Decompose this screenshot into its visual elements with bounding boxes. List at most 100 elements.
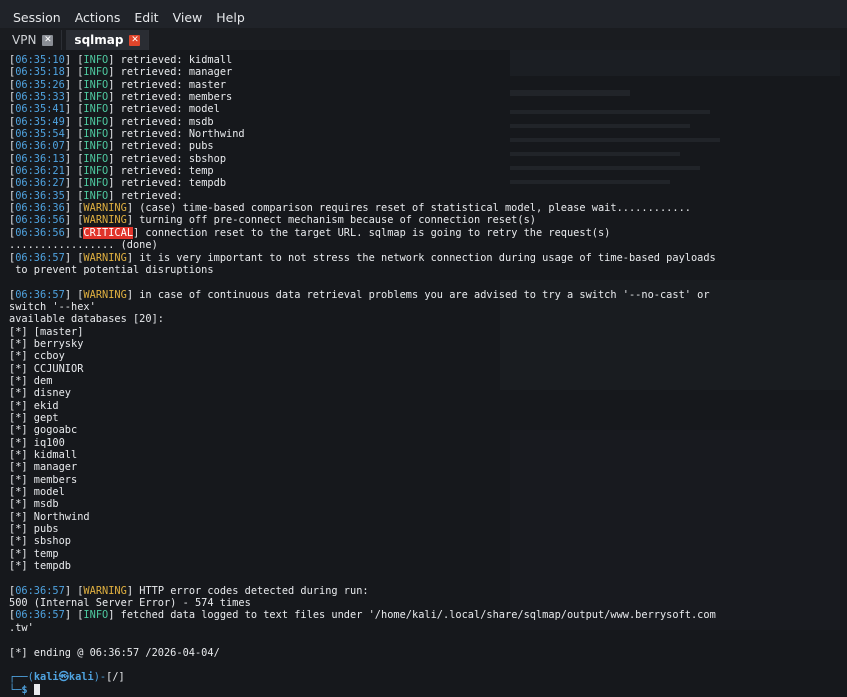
output-text: to prevent potential disruptions	[9, 263, 214, 276]
prompt-path: [/]	[106, 671, 125, 684]
terminal-line: to prevent potential disruptions	[9, 264, 716, 276]
log-message: retrieved: sbshop	[114, 152, 227, 165]
terminal-output[interactable]: [06:35:10] [INFO] retrieved: kidmall [06:…	[0, 50, 847, 697]
terminal-line: [06:35:26] [INFO] retrieved: master	[9, 78, 227, 91]
log-level: INFO	[83, 103, 109, 116]
terminal-line: [06:35:41] [INFO] retrieved: model	[9, 103, 220, 116]
output-text: [*] tempdb	[9, 560, 71, 573]
log-level: INFO	[83, 152, 109, 165]
output-text: [*] ekid	[9, 399, 59, 412]
log-message: retrieved: manager	[114, 66, 233, 79]
shell-input-line[interactable]: └─$	[9, 684, 716, 696]
close-icon[interactable]: ✕	[129, 34, 141, 46]
terminal-line: [*] CCJUNIOR	[9, 363, 716, 375]
terminal-line: available databases [20]:	[9, 313, 716, 325]
terminal-line: [*] manager	[9, 461, 716, 473]
menu-help[interactable]: Help	[210, 10, 251, 25]
menu-edit[interactable]: Edit	[128, 10, 164, 25]
log-level: INFO	[83, 189, 109, 202]
terminal-line: [*] gept	[9, 412, 716, 424]
output-text: switch '--hex'	[9, 300, 96, 313]
terminal-line: [*] iq100	[9, 437, 716, 449]
terminal-line: [*] dem	[9, 375, 716, 387]
timestamp: 06:36:35	[15, 189, 65, 202]
output-text: ................. (done)	[9, 239, 158, 252]
log-level: INFO	[83, 54, 109, 66]
output-text: [*] ending @ 06:36:57 /2026-04-04/	[9, 646, 220, 659]
menu-view[interactable]: View	[167, 10, 209, 25]
log-message: retrieved: model	[114, 103, 220, 116]
terminal-line: 500 (Internal Server Error) - 574 times	[9, 597, 716, 609]
cursor-icon	[33, 684, 40, 696]
menu-session[interactable]: Session	[7, 10, 67, 25]
tab-vpn-label: VPN	[12, 33, 37, 47]
terminal-line: [06:36:57] [INFO] fetched data logged to…	[9, 609, 716, 622]
log-message: connection reset to the target URL. sqlm…	[139, 226, 611, 239]
menu-bar: Session Actions Edit View Help	[0, 6, 847, 28]
timestamp: 06:35:26	[15, 78, 65, 91]
log-message: retrieved: Northwind	[114, 128, 245, 141]
terminal-line: [06:36:27] [INFO] retrieved: tempdb	[9, 177, 227, 190]
terminal-line: [06:36:56] [WARNING] turning off pre-con…	[9, 214, 536, 227]
terminal-line: [*] msdb	[9, 498, 716, 510]
log-message: retrieved: temp	[114, 165, 214, 178]
log-message: retrieved: msdb	[114, 115, 214, 128]
output-text: [*] pubs	[9, 523, 59, 536]
terminal-line: [*] disney	[9, 387, 716, 399]
terminal-line: [*] sbshop	[9, 535, 716, 547]
terminal-line: [*] ending @ 06:36:57 /2026-04-04/	[9, 647, 716, 659]
log-message: it is very important to not stress the n…	[133, 251, 716, 264]
terminal-line: [06:36:21] [INFO] retrieved: temp	[9, 165, 214, 178]
log-message: retrieved: tempdb	[114, 177, 227, 190]
log-level: INFO	[83, 91, 109, 104]
shell-prompt[interactable]: ┌──(kali㉿kali)-[/]	[9, 671, 716, 683]
output-text: 500 (Internal Server Error) - 574 times	[9, 597, 251, 610]
output-text: available databases [20]:	[9, 313, 164, 326]
output-text: [*] manager	[9, 461, 78, 474]
log-level: INFO	[83, 609, 109, 622]
terminal-line: [06:36:36] [WARNING] (case) time-based c…	[9, 202, 691, 215]
output-text: [*] berrysky	[9, 337, 84, 350]
terminal-line: [*] tempdb	[9, 560, 716, 572]
terminal-line: [06:35:18] [INFO] retrieved: manager	[9, 66, 233, 79]
output-text: [*] gept	[9, 411, 59, 424]
log-level: INFO	[83, 66, 109, 79]
log-message: retrieved: master	[114, 78, 227, 91]
output-text: [*] sbshop	[9, 535, 71, 548]
terminal-line: [*] Northwind	[9, 511, 716, 523]
log-level: INFO	[83, 165, 109, 178]
close-icon[interactable]: ✕	[42, 34, 54, 46]
terminal-line: .tw'	[9, 622, 716, 634]
terminal-line: [06:36:07] [INFO] retrieved: pubs	[9, 140, 214, 153]
prompt-user-host: kali㉿kali	[33, 671, 94, 684]
output-text: [*] CCJUNIOR	[9, 362, 84, 375]
log-level: WARNING	[83, 251, 127, 264]
log-message: retrieved: pubs	[114, 140, 214, 153]
tab-sqlmap[interactable]: sqlmap ✕	[66, 30, 150, 50]
output-text: [*] temp	[9, 547, 59, 560]
menu-actions[interactable]: Actions	[69, 10, 127, 25]
output-text: [*] model	[9, 486, 65, 499]
output-text: [*] Northwind	[9, 510, 90, 523]
log-level: WARNING	[83, 202, 127, 215]
timestamp: 06:35:18	[15, 66, 65, 79]
terminal-line: [06:35:49] [INFO] retrieved: msdb	[9, 115, 214, 128]
terminal-lines: [06:35:10] [INFO] retrieved: kidmall [06:…	[9, 54, 716, 696]
terminal-line: [*] [master]	[9, 326, 716, 338]
terminal-line: [*] ekid	[9, 400, 716, 412]
log-level: WARNING	[83, 214, 127, 227]
terminal-line: ................. (done)	[9, 239, 716, 251]
tab-vpn[interactable]: VPN ✕	[4, 30, 63, 50]
timestamp: 06:36:57	[15, 584, 65, 597]
log-level: WARNING	[83, 584, 127, 597]
output-text: [*] gogoabc	[9, 424, 78, 437]
log-message: fetched data logged to text files under …	[114, 609, 716, 622]
timestamp: 06:36:57	[15, 609, 65, 622]
output-text: .tw'	[9, 621, 34, 634]
terminal-line: [06:36:57] [WARNING] HTTP error codes de…	[9, 584, 369, 597]
tab-sqlmap-label: sqlmap	[74, 33, 124, 47]
